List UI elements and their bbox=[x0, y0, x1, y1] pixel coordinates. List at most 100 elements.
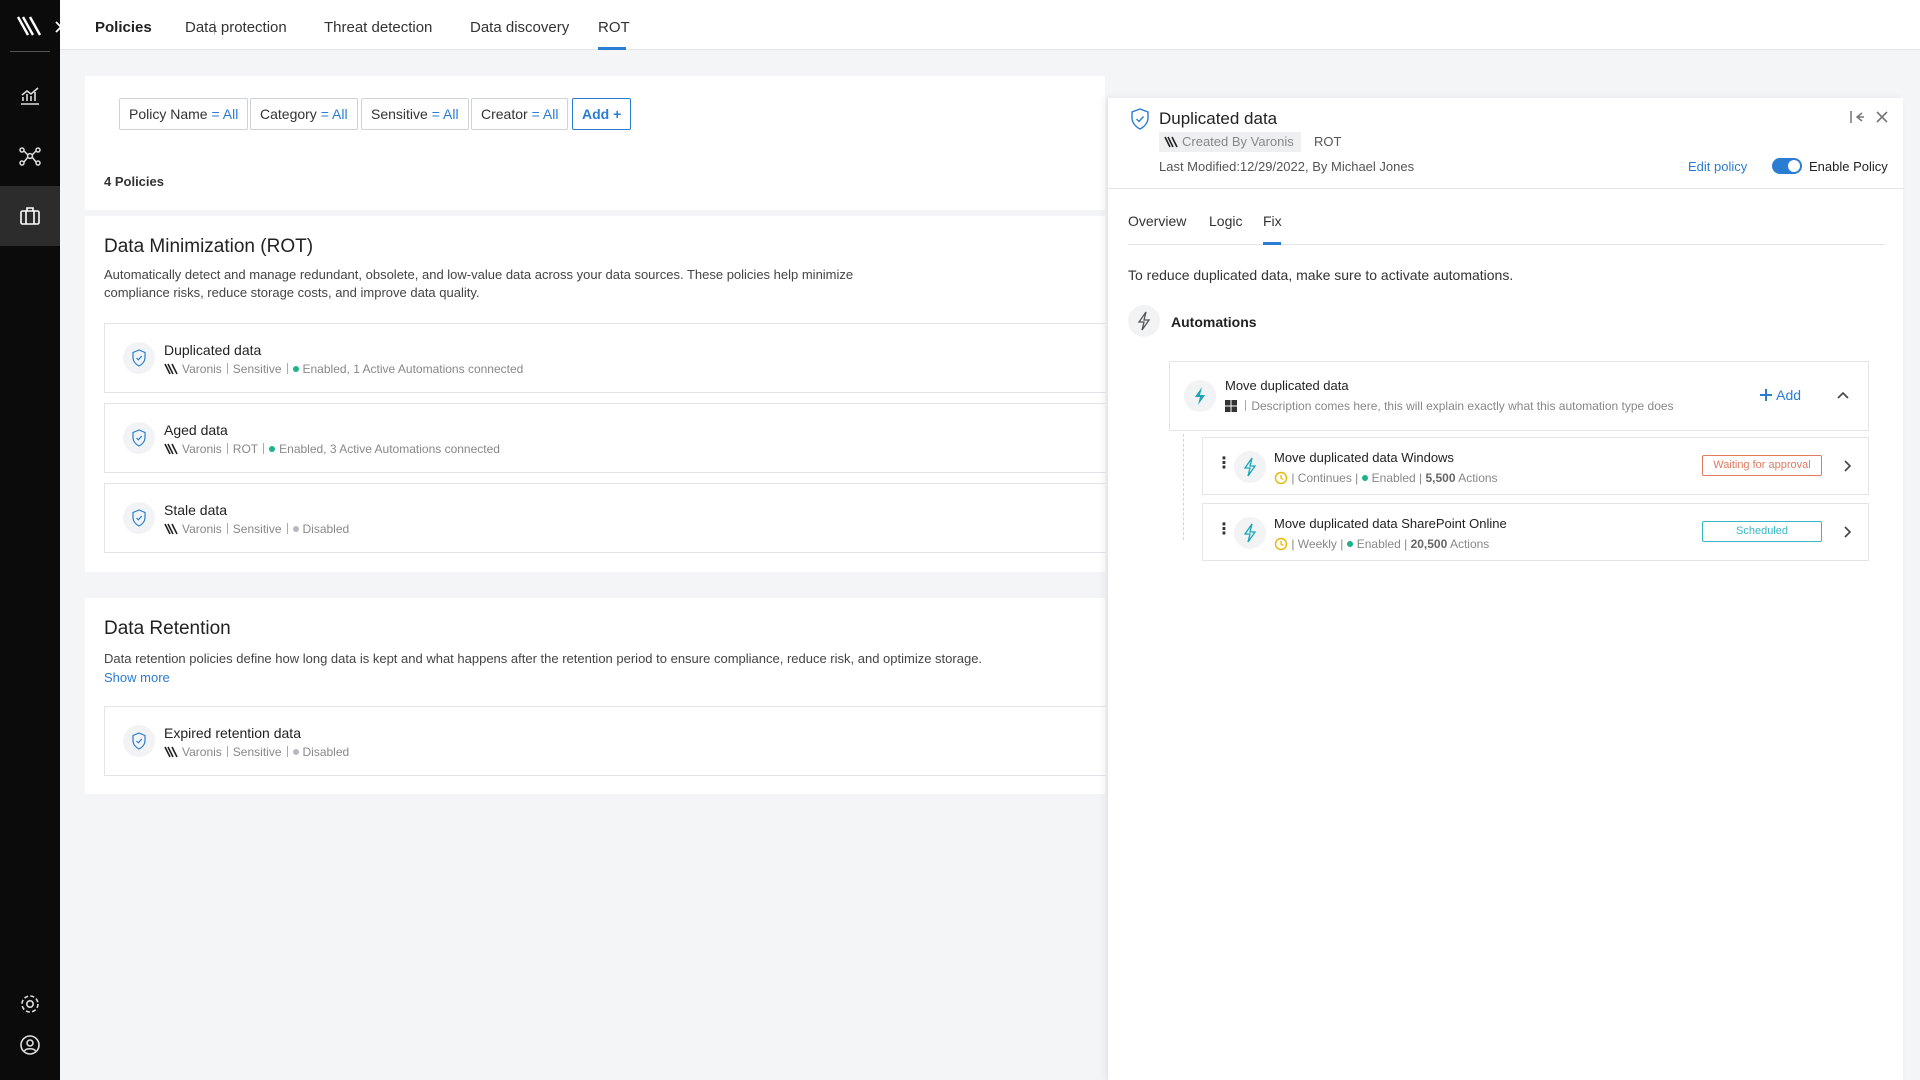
enable-policy-label: Enable Policy bbox=[1809, 159, 1888, 174]
briefcase-icon[interactable] bbox=[18, 204, 42, 228]
tabs-divider bbox=[1128, 244, 1885, 245]
policy-shield-icon bbox=[123, 725, 155, 757]
automation-meta: | Continues | Enabled | 5,500 Actions bbox=[1274, 471, 1498, 485]
automations-title: Automations bbox=[1171, 314, 1257, 330]
status-badge: Waiting for approval bbox=[1702, 455, 1822, 476]
filter-value: = All bbox=[531, 106, 559, 122]
collapse-panel-icon[interactable] bbox=[1848, 108, 1866, 126]
policy-title: Expired retention data bbox=[164, 725, 301, 741]
varonis-logo-icon bbox=[164, 443, 178, 455]
section-data-retention: Data Retention Data retention policies d… bbox=[85, 598, 1105, 794]
automation-item[interactable]: ⋮ Move duplicated data Windows | Continu… bbox=[1202, 437, 1869, 495]
tab-data-discovery[interactable]: Data discovery bbox=[470, 19, 569, 36]
policy-title: Aged data bbox=[164, 422, 228, 438]
last-modified: Last Modified:12/29/2022, By Michael Jon… bbox=[1159, 159, 1415, 174]
automation-group-description: Description comes here, this will explai… bbox=[1225, 399, 1674, 413]
graph-nodes-icon[interactable] bbox=[18, 144, 42, 168]
automation-item[interactable]: ⋮ Move duplicated data SharePoint Online… bbox=[1202, 503, 1869, 561]
sidebar-divider bbox=[10, 51, 50, 52]
more-options-icon[interactable]: ⋮ bbox=[1216, 522, 1232, 538]
enable-policy-toggle[interactable] bbox=[1772, 158, 1802, 174]
more-options-icon[interactable]: ⋮ bbox=[1216, 456, 1232, 472]
varonis-logo-icon bbox=[164, 523, 178, 535]
policy-card[interactable]: Stale data Varonis Sensitive Disabled bbox=[104, 483, 1105, 553]
filter-label: Policy Name bbox=[129, 106, 208, 122]
filter-label: Category bbox=[260, 106, 317, 122]
add-automation-label: Add bbox=[1776, 387, 1802, 403]
section-title: Data Retention bbox=[104, 618, 231, 639]
close-icon[interactable] bbox=[1873, 108, 1891, 126]
add-filter-label: Add bbox=[582, 106, 610, 122]
policy-shield-icon bbox=[123, 502, 155, 534]
status-badge: Scheduled bbox=[1702, 521, 1822, 542]
filter-bar: Policy Name = All Category = All Sensiti… bbox=[85, 76, 1105, 210]
automation-title: Move duplicated data Windows bbox=[1274, 450, 1454, 465]
policy-title: Duplicated data bbox=[164, 342, 262, 358]
top-navigation: Policies Data protection Threat detectio… bbox=[60, 0, 1920, 50]
section-title: Data Minimization (ROT) bbox=[104, 236, 314, 257]
sidebar bbox=[0, 0, 63, 1080]
policy-card[interactable]: Duplicated data Varonis Sensitive Enabled,… bbox=[104, 323, 1105, 393]
filter-value: = All bbox=[431, 106, 459, 122]
policy-category: ROT bbox=[1314, 134, 1342, 149]
filter-category[interactable]: Category = All bbox=[250, 98, 358, 130]
section-description: Data retention policies define how long … bbox=[104, 651, 983, 666]
policy-count: 4 Policies bbox=[104, 174, 164, 189]
policy-details-panel: Duplicated data Created By Varonis ROT L… bbox=[1107, 98, 1904, 1080]
policy-card[interactable]: Aged data Varonis ROT Enabled, 3 Active Au… bbox=[104, 403, 1105, 473]
section-data-minimization: Data Minimization (ROT) Automatically de… bbox=[85, 216, 1105, 572]
edit-policy-link[interactable]: Edit policy bbox=[1688, 159, 1747, 174]
show-more-link[interactable]: Show more bbox=[104, 670, 170, 685]
tab-policies[interactable]: Policies bbox=[95, 19, 152, 36]
lightning-icon bbox=[1234, 517, 1266, 549]
filter-policy-name[interactable]: Policy Name = All bbox=[119, 98, 249, 130]
header-divider bbox=[1108, 188, 1904, 189]
tab-overview[interactable]: Overview bbox=[1128, 213, 1186, 229]
analytics-icon[interactable] bbox=[18, 84, 42, 108]
tab-fix[interactable]: Fix bbox=[1263, 213, 1282, 229]
tab-threat-detection[interactable]: Threat detection bbox=[324, 19, 432, 36]
filter-label: Sensitive bbox=[371, 106, 428, 122]
plus-icon: + bbox=[613, 106, 622, 122]
chevron-right-icon[interactable] bbox=[1840, 459, 1854, 473]
lightning-icon bbox=[1234, 451, 1266, 483]
windows-icon bbox=[1225, 400, 1237, 412]
clock-icon bbox=[1274, 471, 1288, 485]
clock-icon bbox=[1274, 537, 1288, 551]
lightning-icon bbox=[1128, 305, 1160, 337]
policy-shield-icon bbox=[1131, 108, 1149, 130]
active-tab-indicator bbox=[1263, 242, 1281, 245]
panel-title: Duplicated data bbox=[1159, 109, 1278, 128]
tab-logic[interactable]: Logic bbox=[1209, 213, 1242, 229]
policy-card[interactable]: Expired retention data Varonis Sensitive D… bbox=[104, 706, 1105, 776]
user-profile-icon[interactable] bbox=[18, 1033, 42, 1057]
policy-meta: Varonis Sensitive Disabled bbox=[164, 522, 349, 536]
toggle-knob bbox=[1788, 160, 1800, 172]
varonis-logo-icon bbox=[1164, 136, 1178, 148]
add-filter-button[interactable]: Add + bbox=[572, 98, 632, 130]
chevron-up-icon[interactable] bbox=[1836, 389, 1850, 403]
filter-sensitive[interactable]: Sensitive = All bbox=[361, 98, 469, 130]
active-tab-indicator bbox=[598, 47, 626, 50]
add-automation-button[interactable]: Add bbox=[1759, 387, 1801, 403]
tab-rot[interactable]: ROT bbox=[598, 19, 630, 36]
plus-icon bbox=[1760, 389, 1772, 401]
policy-meta: Varonis ROT Enabled, 3 Active Automations … bbox=[164, 442, 500, 456]
filter-label: Creator bbox=[481, 106, 528, 122]
section-description: Automatically detect and manage redundan… bbox=[104, 267, 854, 300]
automation-group[interactable]: Move duplicated data Description comes h… bbox=[1169, 361, 1869, 431]
created-by-badge: Created By Varonis bbox=[1159, 132, 1301, 152]
fix-description: To reduce duplicated data, make sure to … bbox=[1128, 267, 1514, 283]
tab-data-protection[interactable]: Data protection bbox=[185, 19, 287, 36]
automation-meta: | Weekly | Enabled | 20,500 Actions bbox=[1274, 537, 1489, 551]
filter-value: = All bbox=[320, 106, 348, 122]
policy-meta: Varonis Sensitive Enabled, 1 Active Automa… bbox=[164, 362, 523, 376]
varonis-logo-icon bbox=[164, 363, 178, 375]
filter-value: = All bbox=[211, 106, 239, 122]
policy-title: Stale data bbox=[164, 502, 228, 518]
settings-gear-icon[interactable] bbox=[18, 992, 42, 1016]
filter-creator[interactable]: Creator = All bbox=[471, 98, 569, 130]
lightning-icon bbox=[1184, 380, 1216, 412]
automation-group-title: Move duplicated data bbox=[1225, 378, 1349, 393]
chevron-right-icon[interactable] bbox=[1840, 525, 1854, 539]
